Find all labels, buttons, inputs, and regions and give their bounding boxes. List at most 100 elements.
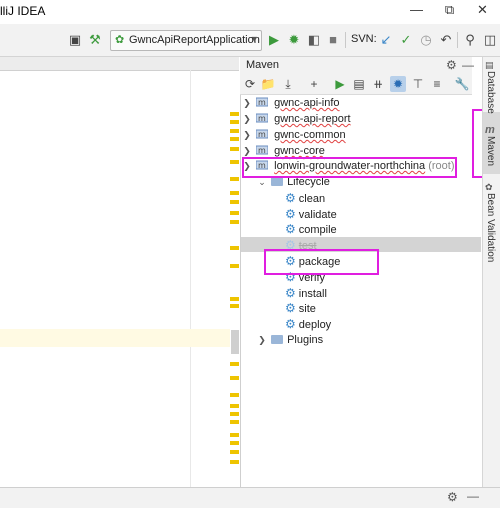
title-bar: lliJ IDEA — ⧉ ✕	[0, 0, 500, 25]
maven-module-icon: m	[255, 96, 269, 107]
show-dependencies-icon[interactable]: ⊤	[410, 76, 426, 92]
gear-icon: ⚙	[285, 301, 296, 315]
error-stripe-mark[interactable]	[230, 420, 239, 424]
svg-text:m: m	[258, 146, 266, 155]
error-stripe-mark[interactable]	[230, 220, 239, 224]
run-maven-icon[interactable]: ▶	[332, 76, 348, 92]
presentation-icon[interactable]: ◫	[481, 31, 499, 49]
main-toolbar: ▣ ⚒ ✿ GwncApiReportApplication ▼ ▶ ✹ ◧ ■…	[0, 24, 500, 57]
collapse-all-icon[interactable]: ≡	[429, 76, 445, 92]
editor-area[interactable]	[0, 57, 239, 487]
lifecycle-phase-deploy[interactable]: ⚙ deploy	[285, 316, 331, 332]
error-stripe-mark[interactable]	[230, 147, 239, 151]
current-line-highlight	[0, 329, 230, 347]
bean-validation-tab-label: Bean Validation	[485, 193, 496, 263]
error-stripe-mark[interactable]	[230, 112, 239, 116]
maven-tab-label: Maven	[485, 136, 496, 167]
gear-icon: ⚙	[285, 286, 296, 300]
revert-icon[interactable]: ↶	[437, 31, 455, 49]
chevron-right-icon[interactable]: ❯	[241, 111, 253, 127]
add-icon[interactable]: +	[306, 76, 322, 92]
editor-scrollbar-thumb[interactable]	[231, 330, 239, 354]
error-stripe-mark[interactable]	[230, 362, 239, 366]
spring-boot-icon: ✿	[115, 34, 125, 46]
error-stripe-mark[interactable]	[230, 376, 239, 380]
maven-tab[interactable]: m Maven	[485, 124, 496, 166]
lifecycle-phase-site[interactable]: ⚙ site	[285, 300, 316, 316]
download-icon[interactable]: ⤓	[280, 76, 296, 92]
chevron-right-icon[interactable]: ❯	[256, 332, 268, 348]
lifecycle-phase-install[interactable]: ⚙ install	[285, 285, 327, 301]
structure-icon[interactable]: ▣	[66, 31, 84, 49]
folder-icon	[271, 177, 284, 186]
close-icon: ✕	[477, 2, 488, 17]
tree-item-project[interactable]: ❯ m gwnc-api-report	[241, 111, 350, 127]
error-stripe-mark[interactable]	[230, 200, 239, 204]
stop-icon[interactable]: ■	[324, 31, 342, 49]
error-stripe-mark[interactable]	[230, 304, 239, 308]
bean-validation-tab[interactable]: ✿ Bean Validation	[485, 182, 496, 262]
hide-icon[interactable]: —	[467, 489, 479, 503]
tree-item-plugins[interactable]: ❯ Plugins	[256, 332, 323, 348]
phase-label: compile	[298, 224, 337, 236]
tree-item-project[interactable]: ❯ m gwnc-api-info	[241, 95, 339, 111]
debug-icon[interactable]: ✹	[285, 31, 303, 49]
search-icon[interactable]: ⚲	[461, 31, 479, 49]
settings-icon[interactable]: ⚙	[446, 58, 457, 72]
database-tab[interactable]: ▤ Database	[485, 60, 496, 114]
maven-m-icon: m	[485, 124, 495, 136]
error-stripe-mark[interactable]	[230, 160, 239, 164]
skip-tests-icon[interactable]: ✹	[390, 76, 406, 92]
error-stripe-mark[interactable]	[230, 177, 239, 181]
error-stripe-mark[interactable]	[230, 297, 239, 301]
error-stripe-mark[interactable]	[230, 246, 239, 250]
error-stripe-mark[interactable]	[230, 412, 239, 416]
close-button[interactable]: ✕	[466, 0, 499, 22]
error-stripe-mark[interactable]	[230, 129, 239, 133]
chevron-right-icon[interactable]: ❯	[241, 95, 253, 111]
reimport-icon[interactable]: ⟳	[242, 76, 258, 92]
svg-text:m: m	[258, 114, 266, 123]
gear-icon: ⚙	[285, 222, 296, 236]
error-stripe-mark[interactable]	[230, 460, 239, 464]
error-stripe-mark[interactable]	[230, 441, 239, 445]
error-stripe-mark[interactable]	[230, 450, 239, 454]
run-configuration-select[interactable]: ✿ GwncApiReportApplication ▼	[110, 30, 262, 51]
error-stripe-mark[interactable]	[230, 211, 239, 215]
restore-button[interactable]: ⧉	[433, 0, 466, 22]
hide-icon[interactable]: —	[462, 58, 474, 72]
minimize-icon: —	[410, 2, 423, 17]
tree-item-project[interactable]: ❯ m gwnc-common	[241, 127, 345, 143]
error-stripe-mark[interactable]	[230, 137, 239, 141]
svg-text:m: m	[258, 98, 266, 107]
toggle-offline-icon[interactable]: ⧺	[370, 76, 386, 92]
error-stripe-mark[interactable]	[230, 393, 239, 397]
maven-header: Maven ⚙ —	[240, 57, 474, 75]
lifecycle-phase-clean[interactable]: ⚙ clean	[285, 190, 325, 206]
settings-icon[interactable]: ⚙	[447, 490, 458, 504]
error-stripe-mark[interactable]	[230, 264, 239, 268]
generate-sources-icon[interactable]: 📁	[260, 76, 276, 92]
error-stripe-mark[interactable]	[230, 404, 239, 408]
maven-toolbar: ⟳ 📁 ⤓ + ▶ ▤ ⧺ ✹ ⊤ ≡ 🔧	[240, 74, 472, 95]
lifecycle-phase-validate[interactable]: ⚙ validate	[285, 206, 337, 222]
svn-update-icon[interactable]: ↙	[377, 31, 395, 49]
build-hammer-icon[interactable]: ⚒	[86, 31, 104, 49]
phase-label: site	[298, 303, 316, 315]
coverage-icon[interactable]: ◧	[305, 31, 323, 49]
chevron-down-icon: ▼	[250, 34, 259, 44]
execute-goal-icon[interactable]: ▤	[351, 76, 367, 92]
error-stripe-mark[interactable]	[230, 120, 239, 124]
error-stripe-mark[interactable]	[230, 433, 239, 437]
lifecycle-phase-compile[interactable]: ⚙ compile	[285, 221, 337, 237]
restore-icon: ⧉	[444, 2, 455, 17]
chevron-right-icon[interactable]: ❯	[241, 127, 253, 143]
history-icon[interactable]: ◷	[417, 31, 435, 49]
run-icon[interactable]: ▶	[265, 31, 283, 49]
error-stripe-mark[interactable]	[230, 191, 239, 195]
run-configuration-label: GwncApiReportApplication	[129, 34, 260, 46]
svn-commit-icon[interactable]: ✓	[397, 31, 415, 49]
annotation-box-package	[264, 249, 379, 275]
wrench-icon[interactable]: 🔧	[454, 76, 470, 92]
minimize-button[interactable]: —	[400, 0, 433, 22]
